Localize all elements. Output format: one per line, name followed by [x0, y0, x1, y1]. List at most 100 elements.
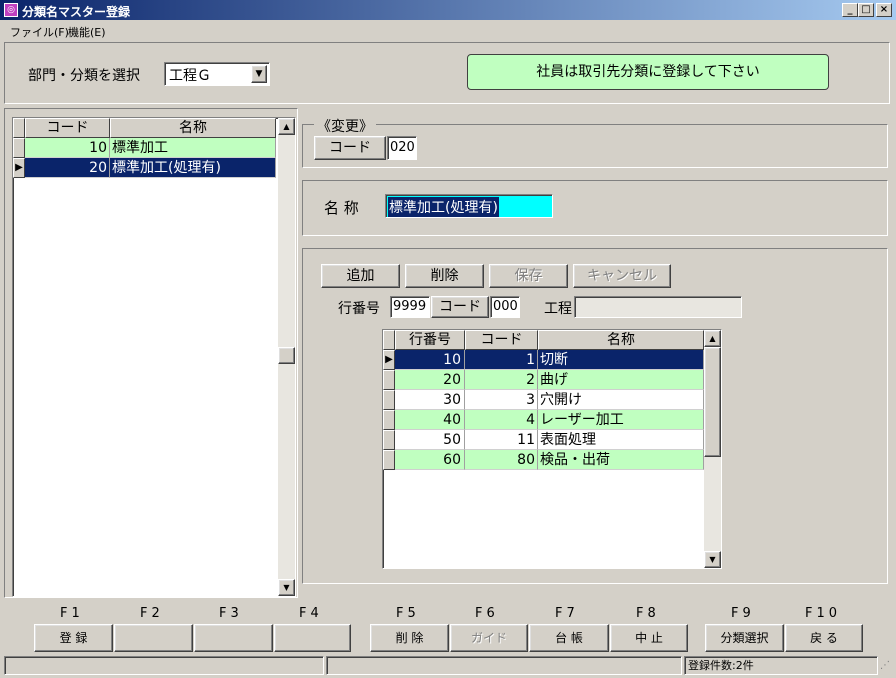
f10-back-button[interactable]: 戻 る [785, 624, 863, 652]
change-group-label: 《変更》 [314, 116, 376, 136]
table-row-no[interactable]: 30 [395, 390, 465, 410]
table-row-code[interactable]: 1 [465, 350, 538, 370]
table-row-code[interactable]: 4 [465, 410, 538, 430]
code-label: コード [314, 136, 386, 160]
add-button[interactable]: 追加 [321, 264, 400, 288]
name-field[interactable]: 標準加工(処理有) [385, 194, 553, 218]
code-field[interactable]: 020 [387, 136, 417, 160]
table-row-code[interactable]: 3 [465, 390, 538, 410]
fkey-label-f9: F9 [731, 606, 755, 621]
left-header-name: 名称 [110, 118, 276, 138]
row-indicator[interactable] [383, 390, 395, 410]
table-row-code[interactable]: 80 [465, 450, 538, 470]
process-label: 工程 [544, 301, 572, 317]
status-count: 登録件数:2件 [684, 656, 878, 675]
fkey-label-f5: F5 [396, 606, 420, 621]
delete-row-button[interactable]: 削除 [405, 264, 484, 288]
save-button[interactable]: 保存 [489, 264, 568, 288]
app-icon: ◎ [4, 3, 18, 17]
status-pane-2 [326, 656, 682, 675]
table-row-name[interactable]: 表面処理 [538, 430, 704, 450]
f3-button[interactable] [194, 624, 273, 652]
dept-select[interactable]: 工程Ｇ ▼ [164, 62, 270, 86]
table-row-no[interactable]: 60 [395, 450, 465, 470]
status-pane-1 [4, 656, 324, 675]
fkey-label-f4: F4 [299, 606, 323, 621]
detail-code-field[interactable]: 000 [490, 296, 520, 318]
table-row-no[interactable]: 40 [395, 410, 465, 430]
maximize-button[interactable]: □ [858, 3, 874, 17]
row-indicator[interactable] [13, 138, 25, 158]
left-list: コード 名称 10 標準加工 ▶ 20 標準加工(処理有) ▲ ▼ [12, 117, 296, 597]
detail-scrollbar[interactable]: ▲ ▼ [704, 330, 721, 568]
row-indicator[interactable] [383, 450, 395, 470]
scroll-up-icon[interactable]: ▲ [704, 330, 721, 347]
scroll-down-icon[interactable]: ▼ [704, 551, 721, 568]
f2-button[interactable] [114, 624, 193, 652]
f5-delete-button[interactable]: 削 除 [370, 624, 449, 652]
window-title: 分類名マスター登録 [22, 5, 131, 19]
fkey-label-f1: F1 [60, 606, 84, 621]
fkey-label-f10: F10 [805, 606, 842, 621]
table-row-name[interactable]: レーザー加工 [538, 410, 704, 430]
table-row-no[interactable]: 10 [395, 350, 465, 370]
f4-button[interactable] [274, 624, 351, 652]
table-row-code[interactable]: 10 [25, 138, 110, 158]
table-row-name[interactable]: 検品・出荷 [538, 450, 704, 470]
row-indicator-header [383, 330, 395, 350]
notice-banner: 社員は取引先分類に登録して下さい [467, 54, 829, 90]
table-row-name[interactable]: 曲げ [538, 370, 704, 390]
detail-header-no: 行番号 [395, 330, 465, 350]
fkey-label-f8: F8 [636, 606, 660, 621]
close-button[interactable]: × [876, 3, 892, 17]
left-header-code: コード [25, 118, 110, 138]
table-row-code[interactable]: 2 [465, 370, 538, 390]
fkey-label-f6: F6 [475, 606, 499, 621]
dept-select-value: 工程Ｇ [169, 68, 211, 84]
resize-grip-icon[interactable]: ⋰ [880, 660, 894, 674]
detail-header-name: 名称 [538, 330, 704, 350]
detail-grid: 行番号 コード 名称 ▶ 10 1 切断 20 2 曲げ 30 3 穴開け 40… [382, 329, 722, 569]
row-no-field[interactable]: 9999 [390, 296, 430, 318]
table-row-name[interactable]: 標準加工 [110, 138, 276, 158]
name-label: 名 称 [324, 199, 359, 217]
chevron-down-icon[interactable]: ▼ [251, 65, 267, 83]
cancel-button[interactable]: キャンセル [573, 264, 671, 288]
fkey-label-f3: F3 [219, 606, 243, 621]
table-row-code[interactable]: 11 [465, 430, 538, 450]
title-bar: ◎ 分類名マスター登録 _ □ × [0, 0, 896, 20]
f8-stop-button[interactable]: 中 止 [610, 624, 688, 652]
dept-label: 部門・分類を選択 [28, 68, 140, 84]
f7-ledger-button[interactable]: 台 帳 [529, 624, 609, 652]
menu-bar: ファイル(F) 機能(E) [0, 21, 896, 39]
row-indicator[interactable] [383, 430, 395, 450]
current-row-icon[interactable]: ▶ [13, 158, 25, 178]
table-row-code[interactable]: 20 [25, 158, 110, 178]
scroll-down-icon[interactable]: ▼ [278, 579, 295, 596]
process-field[interactable] [574, 296, 742, 318]
scroll-up-icon[interactable]: ▲ [278, 118, 295, 135]
fkey-label-f2: F2 [140, 606, 164, 621]
menu-file[interactable]: ファイル(F) [10, 24, 69, 40]
f9-category-select-button[interactable]: 分類選択 [705, 624, 784, 652]
row-indicator-header [13, 118, 25, 138]
table-row-name[interactable]: 穴開け [538, 390, 704, 410]
detail-header-code: コード [465, 330, 538, 350]
table-row-no[interactable]: 20 [395, 370, 465, 390]
scroll-thumb[interactable] [278, 347, 295, 364]
row-indicator[interactable] [383, 410, 395, 430]
scroll-thumb[interactable] [704, 347, 721, 457]
table-row-name[interactable]: 切断 [538, 350, 704, 370]
table-row-no[interactable]: 50 [395, 430, 465, 450]
f1-register-button[interactable]: 登 録 [34, 624, 113, 652]
left-scrollbar[interactable]: ▲ ▼ [278, 118, 295, 596]
table-row-name[interactable]: 標準加工(処理有) [110, 158, 276, 178]
row-indicator[interactable] [383, 370, 395, 390]
current-row-icon[interactable]: ▶ [383, 350, 395, 370]
menu-function[interactable]: 機能(E) [68, 24, 106, 40]
name-field-value: 標準加工(処理有) [388, 197, 499, 217]
detail-code-label: コード [431, 296, 489, 318]
minimize-button[interactable]: _ [842, 3, 858, 17]
row-no-label: 行番号 [338, 301, 380, 317]
f6-guide-button[interactable]: ガイド [450, 624, 528, 652]
